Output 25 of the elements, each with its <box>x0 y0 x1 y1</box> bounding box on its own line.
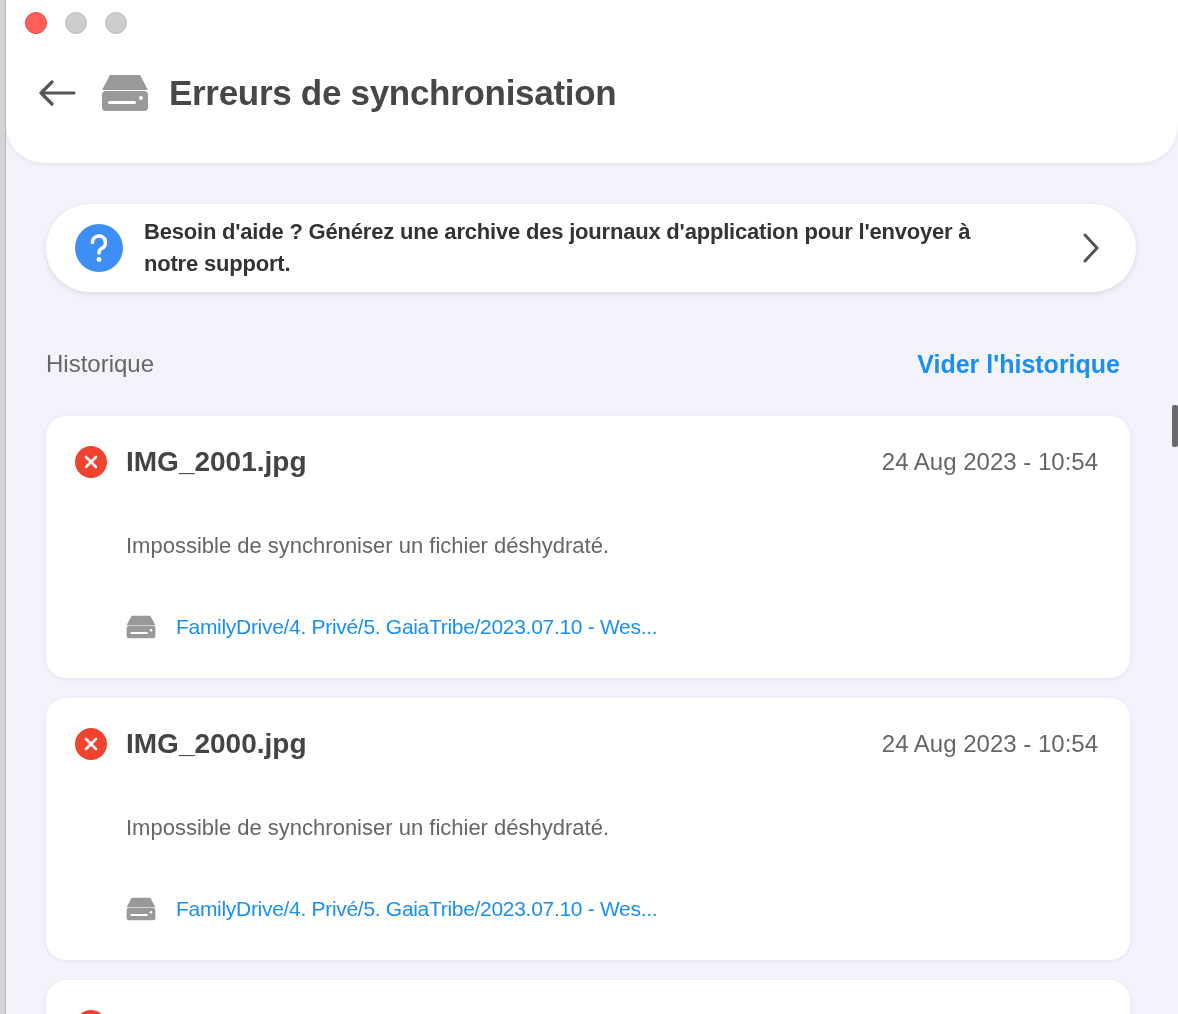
zoom-button[interactable] <box>105 12 127 34</box>
error-icon <box>75 446 107 478</box>
scrollbar-thumb[interactable] <box>1172 405 1178 447</box>
help-text: Besoin d'aide ? Générez une archive des journaux d'application pour l'envoyer à notre support. <box>144 218 972 278</box>
error-date: 24 Aug 2023 - 10:54 <box>881 730 1098 758</box>
help-icon <box>75 224 123 272</box>
close-button[interactable] <box>25 12 47 34</box>
error-message: Impossible de synchroniser un fichier déshydraté. <box>126 815 610 840</box>
error-date: 24 Aug 2023 - 10:54 <box>881 448 1098 476</box>
file-path-link[interactable]: FamilyDrive/4. Privé/5. GaiaTribe/2023.07.10 - Wes... <box>176 897 658 921</box>
file-name: IMG_2000.jpg <box>126 728 308 760</box>
drive-icon <box>126 615 156 639</box>
chevron-right-icon <box>1082 232 1100 264</box>
error-message: Impossible de synchroniser un fichier déshydraté. <box>126 533 610 558</box>
clear-history-link[interactable]: Vider l'historique <box>917 349 1120 379</box>
section-heading: Historique <box>46 350 155 378</box>
minimize-button[interactable] <box>65 12 87 34</box>
back-arrow-icon[interactable] <box>38 80 76 106</box>
error-icon <box>75 728 107 760</box>
file-name: IMG_2001.jpg <box>126 446 308 478</box>
file-path-link[interactable]: FamilyDrive/4. Privé/5. GaiaTribe/2023.07.10 - Wes... <box>176 615 658 639</box>
drive-icon <box>126 897 156 921</box>
drive-icon <box>101 74 149 112</box>
help-banner[interactable]: Besoin d'aide ? Générez une archive des journaux d'application pour l'envoyer à notre support. <box>46 204 1136 292</box>
window-title: Erreurs de synchronisation <box>169 73 617 113</box>
